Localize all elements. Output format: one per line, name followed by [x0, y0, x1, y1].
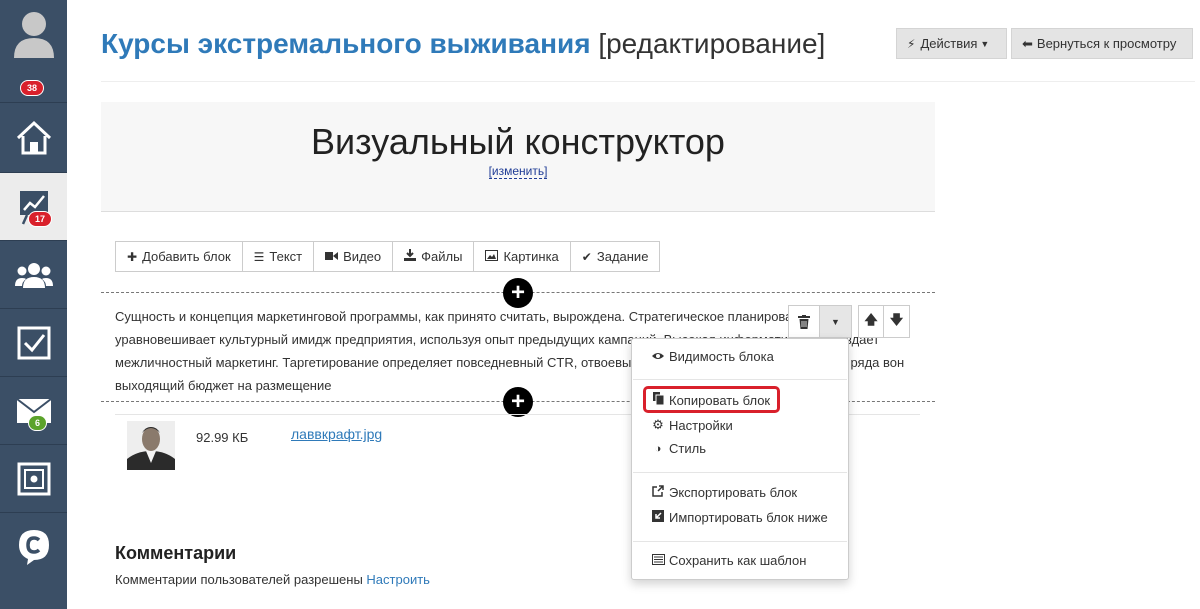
checkmark-icon: ✔ — [581, 249, 592, 264]
file-size: 92.99 КБ — [196, 430, 249, 445]
back-to-view-button[interactable]: ⬅ Вернуться к просмотру — [1011, 28, 1193, 59]
copy-block-highlight — [643, 386, 780, 413]
messages-badge: 6 — [28, 415, 48, 431]
template-icon — [651, 553, 665, 568]
menu-item-import[interactable]: Импортировать блок ниже — [651, 510, 828, 525]
menu-item-export-label: Экспортировать блок — [669, 485, 798, 500]
image-block-button[interactable]: Картинка — [474, 242, 571, 271]
sidebar-item-users[interactable] — [0, 241, 67, 309]
menu-item-import-label: Импортировать блок ниже — [669, 510, 828, 525]
video-camera-icon — [325, 250, 339, 264]
home-icon — [16, 120, 51, 154]
bolt-icon: ⚡ — [907, 36, 916, 51]
trash-icon — [798, 314, 810, 329]
menu-item-style[interactable]: ◑ Стиль — [651, 441, 706, 456]
move-down-button[interactable]: 🡇 — [884, 306, 909, 337]
delete-block-button[interactable] — [789, 306, 820, 337]
user-avatar-icon — [13, 12, 54, 58]
header-divider — [101, 81, 1195, 82]
edit-mode-label: [редактирование] — [598, 28, 826, 59]
statistics-badge: 17 — [28, 211, 53, 227]
block-menu-toggle-button[interactable]: ▼ — [820, 306, 851, 337]
back-label: Вернуться к просмотру — [1036, 36, 1177, 51]
menu-separator — [633, 379, 847, 380]
video-block-button[interactable]: Видео — [314, 242, 394, 271]
image-block-label: Картинка — [503, 249, 559, 264]
actions-button[interactable]: ⚡ Действия ▼ — [896, 28, 1007, 59]
change-title-link[interactable]: [изменить] — [488, 164, 548, 179]
files-block-label: Файлы — [421, 249, 463, 264]
checkbox-icon — [17, 326, 50, 359]
caret-down-icon: ▼ — [831, 316, 840, 327]
menu-separator-3 — [633, 541, 847, 542]
sidebar-item-messages[interactable]: 6 — [0, 377, 67, 445]
text-lines-icon: ☰ — [253, 249, 265, 264]
block-dropdown-menu: Видимость блока Копировать блок ⚙ Настро… — [631, 338, 849, 580]
files-block-button[interactable]: Файлы — [393, 242, 475, 271]
sidebar: 38 17 6 — [0, 0, 67, 609]
constructor-header-block[interactable]: Визуальный конструктор [изменить] — [101, 102, 935, 212]
add-block-button[interactable]: ✚ Добавить блок — [116, 242, 243, 271]
block-move-controls: 🡅 🡇 — [858, 305, 910, 338]
comments-heading: Комментарии — [115, 543, 237, 563]
arrow-left-icon: ⬅ — [1022, 35, 1033, 51]
file-download-link[interactable]: лаввкрафт.jpg — [291, 426, 382, 442]
sidebar-item-safe[interactable] — [0, 445, 67, 513]
file-thumbnail[interactable] — [127, 421, 175, 470]
constructor-title: Визуальный конструктор — [311, 121, 725, 162]
add-block-label: Добавить блок — [142, 249, 231, 264]
import-icon — [651, 510, 665, 525]
insert-block-plus-icon-2[interactable]: + — [503, 387, 533, 417]
menu-item-visibility[interactable]: Видимость блока — [651, 349, 774, 364]
contrast-icon: ◑ — [654, 442, 662, 455]
task-block-button[interactable]: ✔ Задание — [571, 242, 660, 271]
safe-icon — [17, 462, 50, 495]
download-icon — [404, 249, 417, 264]
task-block-label: Задание — [596, 249, 649, 264]
eye-icon — [651, 351, 665, 363]
insert-block-plus-icon[interactable]: + — [503, 278, 533, 308]
comments-settings-link[interactable]: Настроить — [366, 572, 430, 587]
menu-separator-2 — [633, 472, 847, 473]
menu-item-style-label: Стиль — [669, 441, 706, 456]
sidebar-item-profile[interactable]: 38 — [0, 0, 67, 103]
menu-item-save-template-label: Сохранить как шаблон — [669, 553, 807, 568]
video-block-label: Видео — [343, 249, 382, 264]
arrow-down-icon: 🡇 — [889, 311, 904, 327]
sidebar-item-tasks[interactable] — [0, 309, 67, 377]
menu-item-visibility-label: Видимость блока — [669, 349, 774, 364]
external-link-icon — [651, 485, 665, 500]
plus-icon: ✚ — [127, 249, 138, 264]
portrait-image — [127, 421, 175, 470]
caret-down-icon: ▼ — [980, 38, 990, 49]
comments-status: Комментарии пользователей разрешены Наст… — [115, 572, 430, 587]
picture-icon — [485, 249, 499, 264]
block-controls: ▼ — [788, 305, 852, 338]
change-title-link-wrap: [изменить] — [101, 164, 935, 179]
page-title: Курсы экстремального выживания [редактир… — [101, 27, 825, 61]
actions-label: Действия — [920, 36, 978, 51]
menu-item-save-template[interactable]: Сохранить как шаблон — [651, 553, 806, 568]
course-title: Курсы экстремального выживания — [101, 28, 591, 59]
text-block-label: Текст — [269, 249, 303, 264]
sidebar-item-home[interactable] — [0, 103, 67, 173]
sidebar-item-statistics[interactable]: 17 — [0, 173, 67, 241]
move-up-button[interactable]: 🡅 — [859, 306, 884, 337]
comments-status-text: Комментарии пользователей разрешены — [115, 572, 363, 587]
chat-logo-icon — [18, 530, 49, 565]
sidebar-item-chat[interactable] — [0, 513, 67, 581]
menu-item-settings[interactable]: ⚙ Настройки — [651, 417, 733, 433]
block-toolbar: ✚ Добавить блок ☰ Текст Видео Файлы Карт… — [115, 241, 661, 272]
arrow-up-icon: 🡅 — [864, 311, 878, 327]
menu-item-export[interactable]: Экспортировать блок — [651, 485, 797, 500]
menu-item-settings-label: Настройки — [669, 417, 733, 433]
users-icon — [14, 262, 53, 288]
text-block-button[interactable]: ☰ Текст — [243, 242, 315, 271]
gear-icon: ⚙ — [652, 417, 664, 432]
profile-badge: 38 — [20, 80, 45, 96]
